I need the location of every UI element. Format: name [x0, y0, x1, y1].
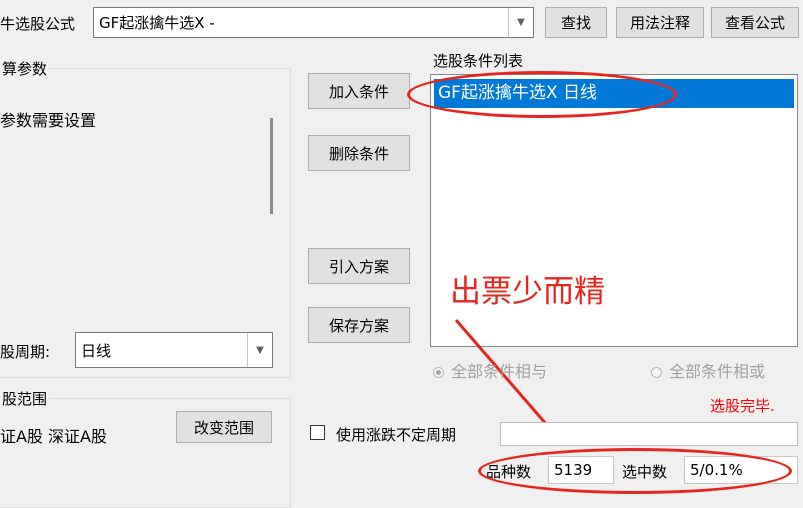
add-condition-button[interactable]: 加入条件: [308, 73, 410, 109]
annotation-text: 出票少而精: [450, 274, 605, 310]
radio-all-or-label: 全部条件相或: [669, 362, 766, 381]
formula-select-value: GF起涨擒牛选X -: [99, 14, 215, 32]
highlight-ellipse-stats: [478, 448, 792, 494]
radio-all-and[interactable]: 全部条件相与: [433, 358, 547, 382]
radio-all-and-label: 全部条件相与: [451, 362, 548, 381]
view-formula-button[interactable]: 查看公式: [711, 7, 799, 38]
params-group-title: 算参数: [0, 58, 50, 79]
variable-period-checkbox[interactable]: [310, 425, 325, 440]
range-group-title: 股范围: [0, 388, 50, 409]
radio-dot-icon: [651, 367, 662, 378]
period-label: 股周期:: [0, 343, 51, 361]
change-range-button[interactable]: 改变范围: [176, 411, 272, 443]
progress-bar: [500, 422, 798, 446]
highlight-ellipse-condition: [407, 71, 677, 118]
radio-all-or[interactable]: 全部条件相或: [651, 358, 765, 382]
radio-dot-icon: [433, 367, 444, 378]
status-text: 选股完毕.: [710, 397, 775, 415]
chevron-down-icon[interactable]: ▼: [508, 8, 533, 37]
range-value: 证A股 深证A股: [0, 427, 107, 446]
formula-select[interactable]: GF起涨擒牛选X - ▼: [93, 7, 534, 38]
params-note: 参数需要设置: [0, 111, 97, 130]
save-plan-button[interactable]: 保存方案: [308, 307, 410, 343]
delete-condition-button[interactable]: 删除条件: [308, 135, 410, 171]
conditions-title: 选股条件列表: [433, 52, 524, 70]
period-select[interactable]: 日线 ▼: [75, 332, 273, 368]
chevron-down-icon[interactable]: ▼: [247, 333, 272, 367]
params-scrollbar[interactable]: [270, 118, 273, 214]
variable-period-label: 使用涨跌不定周期: [336, 426, 457, 444]
usage-notes-button[interactable]: 用法注释: [616, 7, 704, 38]
import-plan-button[interactable]: 引入方案: [308, 248, 410, 284]
formula-label: 牛选股公式: [0, 15, 76, 33]
find-button[interactable]: 查找: [545, 7, 607, 38]
period-select-value: 日线: [81, 341, 112, 360]
